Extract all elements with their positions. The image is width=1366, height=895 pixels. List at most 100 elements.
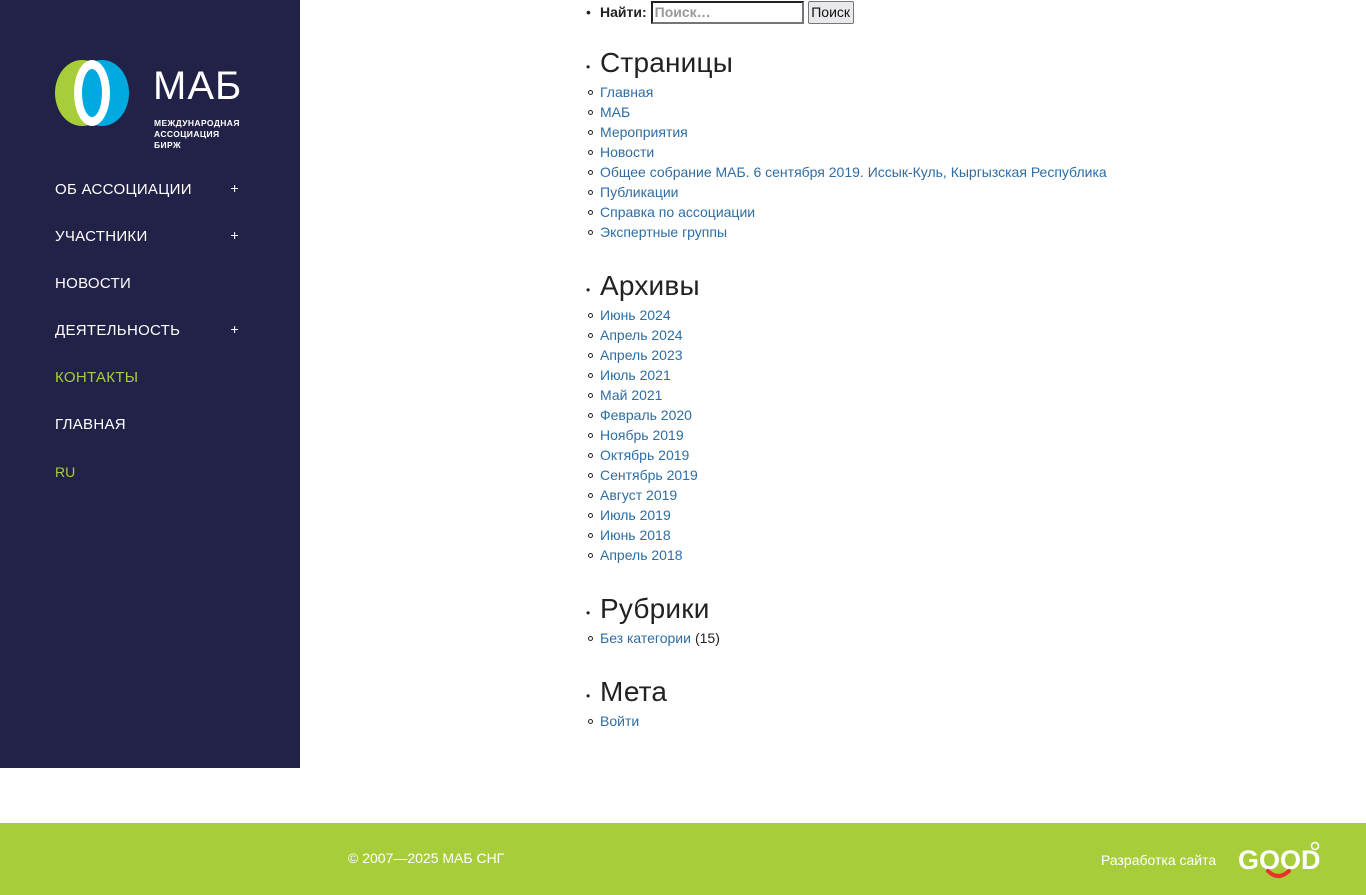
archive-link[interactable]: Апрель 2024	[600, 327, 683, 343]
expand-plus-icon[interactable]: +	[231, 227, 239, 243]
list-item: Июль 2021	[586, 365, 1286, 385]
search-button[interactable]: Поиск	[807, 0, 854, 24]
circle-bullet-icon	[588, 552, 593, 558]
list-item: Сентябрь 2019	[586, 465, 1286, 485]
list-item: Июль 2019	[586, 505, 1286, 525]
nav-item-home[interactable]: ГЛАВНАЯ	[55, 401, 245, 448]
nav-item-members[interactable]: УЧАСТНИКИ +	[55, 213, 245, 260]
nav-item-about[interactable]: ОБ АССОЦИАЦИИ +	[55, 166, 245, 213]
widget-title: Мета	[600, 676, 668, 707]
archive-link[interactable]: Июль 2021	[600, 367, 671, 383]
login-link[interactable]: Войти	[600, 713, 639, 729]
circle-bullet-icon	[588, 432, 593, 438]
circle-bullet-icon	[588, 635, 593, 641]
expand-plus-icon[interactable]: +	[231, 321, 239, 337]
circle-bullet-icon	[588, 492, 593, 498]
list-item: Без категории (15)	[586, 628, 1286, 648]
list-item: Войти	[586, 711, 1286, 731]
page-link[interactable]: Главная	[600, 84, 653, 100]
list-item: Общее собрание МАБ. 6 сентября 2019. Исс…	[586, 162, 1286, 182]
page-link[interactable]: Новости	[600, 144, 654, 160]
circle-bullet-icon	[588, 209, 593, 215]
archive-link[interactable]: Август 2019	[600, 487, 677, 503]
circle-bullet-icon	[588, 169, 593, 175]
categories-widget: • Рубрики Без категории (15)	[586, 592, 1286, 648]
list-item: Август 2019	[586, 485, 1286, 505]
list-item: Июнь 2024	[586, 305, 1286, 325]
expand-plus-icon[interactable]: +	[231, 180, 239, 196]
nav-item-label: ГЛАВНАЯ	[55, 416, 126, 433]
list-item: Май 2021	[586, 385, 1286, 405]
archive-link[interactable]: Февраль 2020	[600, 407, 692, 423]
widget-title: Страницы	[600, 47, 734, 78]
list-item: Мероприятия	[586, 122, 1286, 142]
list-item: Справка по ассоциации	[586, 202, 1286, 222]
page-link[interactable]: Справка по ассоциации	[600, 204, 755, 220]
search-input[interactable]	[650, 0, 804, 24]
circle-bullet-icon	[588, 352, 593, 358]
circle-bullet-icon	[588, 109, 593, 115]
developer-label: Разработка сайта	[1101, 852, 1217, 868]
bullet-icon: •	[586, 689, 591, 703]
list-item: Главная	[586, 82, 1286, 102]
nav-item-label: ОБ АССОЦИАЦИИ	[55, 181, 192, 198]
circle-bullet-icon	[588, 312, 593, 318]
archive-link[interactable]: Апрель 2023	[600, 347, 683, 363]
archive-link[interactable]: Июль 2019	[600, 507, 671, 523]
list-item: Апрель 2024	[586, 325, 1286, 345]
list-item: Февраль 2020	[586, 405, 1286, 425]
circle-bullet-icon	[588, 472, 593, 478]
circle-bullet-icon	[588, 189, 593, 195]
archive-link[interactable]: Июнь 2024	[600, 307, 671, 323]
bullet-icon: •	[586, 283, 591, 297]
list-item: Ноябрь 2019	[586, 425, 1286, 445]
archive-link[interactable]: Октябрь 2019	[600, 447, 689, 463]
meta-widget: • Мета Войти	[586, 675, 1286, 731]
nav-item-label: УЧАСТНИКИ	[55, 228, 148, 245]
archive-link[interactable]: Май 2021	[600, 387, 662, 403]
bullet-icon: •	[586, 606, 591, 620]
developer-logo[interactable]: GOOD	[1238, 841, 1322, 881]
pages-widget: • Страницы Главная МАБ Мероприятия Новос…	[586, 46, 1286, 242]
site-logo[interactable]: МАБ МЕЖДУНАРОДНАЯ АССОЦИАЦИЯ БИРЖ	[55, 58, 250, 154]
page-link[interactable]: Мероприятия	[600, 124, 688, 140]
good-logo-icon: GOOD	[1238, 841, 1321, 878]
archive-link[interactable]: Сентябрь 2019	[600, 467, 698, 483]
circle-bullet-icon	[588, 412, 593, 418]
archive-link[interactable]: Ноябрь 2019	[600, 427, 684, 443]
page-link[interactable]: Публикации	[600, 184, 678, 200]
circle-bullet-icon	[588, 512, 593, 518]
list-item: Новости	[586, 142, 1286, 162]
circle-bullet-icon	[588, 392, 593, 398]
archives-widget: • Архивы Июнь 2024 Апрель 2024 Апрель 20…	[586, 269, 1286, 565]
list-item: Апрель 2018	[586, 545, 1286, 565]
category-count: (15)	[694, 630, 720, 646]
list-item: Июнь 2018	[586, 525, 1286, 545]
nav-item-news[interactable]: НОВОСТИ	[55, 260, 245, 307]
nav-item-contacts[interactable]: КОНТАКТЫ	[55, 354, 245, 401]
nav-item-label: КОНТАКТЫ	[55, 369, 139, 386]
logo-subtitle: МЕЖДУНАРОДНАЯ АССОЦИАЦИЯ БИРЖ	[154, 118, 240, 150]
circle-bullet-icon	[588, 229, 593, 235]
archive-link[interactable]: Июнь 2018	[600, 527, 671, 543]
page-link[interactable]: Экспертные группы	[600, 224, 727, 240]
page-link[interactable]: Общее собрание МАБ. 6 сентября 2019. Исс…	[600, 164, 1107, 180]
nav-item-activity[interactable]: ДЕЯТЕЛЬНОСТЬ +	[55, 307, 245, 354]
nav-item-label: НОВОСТИ	[55, 275, 132, 292]
main-nav: ОБ АССОЦИАЦИИ + УЧАСТНИКИ + НОВОСТИ ДЕЯТ…	[55, 166, 245, 495]
category-link[interactable]: Без категории	[600, 630, 691, 646]
logo-wordmark: МАБ	[153, 64, 243, 108]
svg-text:GOOD: GOOD	[1238, 845, 1321, 875]
circle-bullet-icon	[588, 452, 593, 458]
circle-bullet-icon	[588, 532, 593, 538]
page-link[interactable]: МАБ	[600, 104, 630, 120]
sidebar: МАБ МЕЖДУНАРОДНАЯ АССОЦИАЦИЯ БИРЖ ОБ АСС…	[0, 0, 300, 768]
archives-list: Июнь 2024 Апрель 2024 Апрель 2023 Июль 2…	[586, 305, 1286, 565]
meta-list: Войти	[586, 711, 1286, 731]
archive-link[interactable]: Апрель 2018	[600, 547, 683, 563]
circle-bullet-icon	[588, 149, 593, 155]
widget-title: Рубрики	[600, 593, 710, 624]
list-item: Публикации	[586, 182, 1286, 202]
language-switcher[interactable]: RU	[55, 448, 245, 495]
circle-bullet-icon	[588, 332, 593, 338]
